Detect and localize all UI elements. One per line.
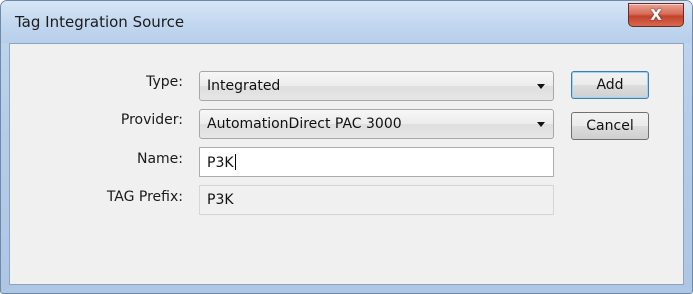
name-label: Name: <box>136 151 183 167</box>
close-button[interactable]: X <box>628 3 684 27</box>
tag-prefix-value: P3K <box>207 192 234 208</box>
tag-prefix-field: P3K <box>199 185 554 215</box>
close-icon: X <box>650 5 662 24</box>
provider-dropdown-value: AutomationDirect PAC 3000 <box>207 116 402 132</box>
name-input-value: P3K <box>207 155 234 171</box>
provider-label: Provider: <box>120 112 183 128</box>
dialog-content: Type: Integrated Provider: AutomationDir… <box>9 43 684 285</box>
title-bar[interactable]: Tag Integration Source X <box>1 1 692 43</box>
dialog-window: Tag Integration Source X Type: Integrate… <box>0 0 693 294</box>
cancel-button[interactable]: Cancel <box>571 112 649 140</box>
chevron-down-icon <box>537 122 545 127</box>
text-caret <box>234 154 236 170</box>
name-input[interactable]: P3K <box>199 147 554 177</box>
add-button[interactable]: Add <box>571 71 649 99</box>
type-dropdown-value: Integrated <box>207 78 281 94</box>
window-title: Tag Integration Source <box>15 13 185 31</box>
tag-prefix-label: TAG Prefix: <box>106 189 183 205</box>
provider-dropdown[interactable]: AutomationDirect PAC 3000 <box>199 109 554 139</box>
chevron-down-icon <box>537 84 545 89</box>
type-dropdown[interactable]: Integrated <box>199 71 554 101</box>
type-label: Type: <box>146 74 183 90</box>
